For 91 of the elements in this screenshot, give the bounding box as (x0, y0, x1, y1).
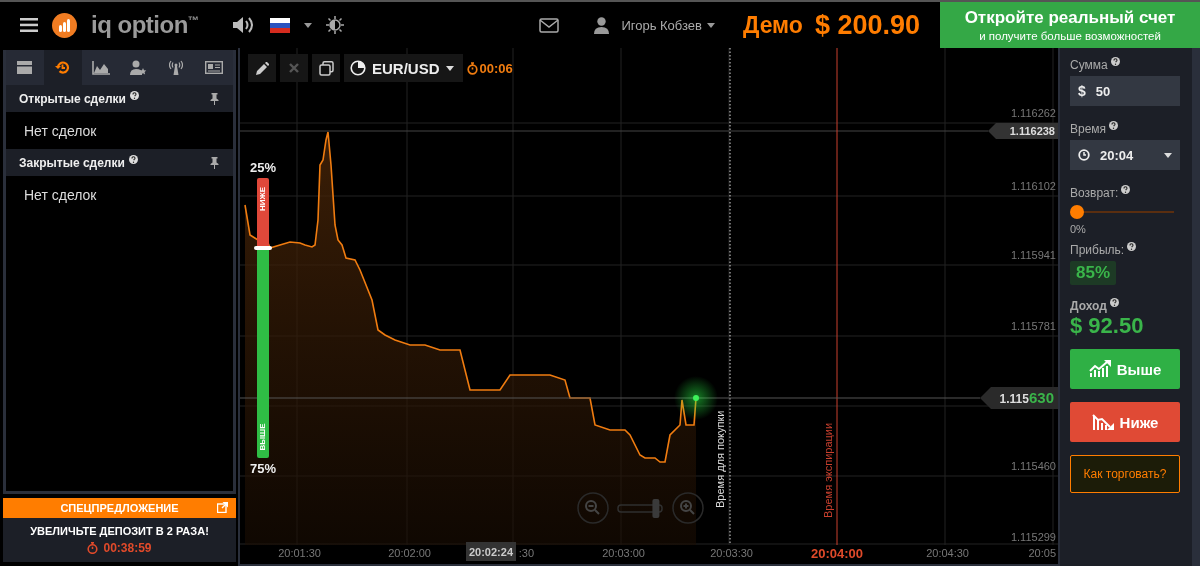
close-icon (289, 63, 299, 73)
current-price-tag: 1.115630 (980, 387, 1058, 409)
down-label: НИЖЕ (257, 185, 268, 214)
caret-icon (445, 65, 454, 71)
price-label: 1.115781 (1010, 320, 1056, 332)
time-label: 20:03:00 (602, 547, 645, 559)
pin-icon[interactable] (210, 156, 219, 169)
empty-message: Нет сделок (24, 186, 97, 203)
section-title: Открытые сделки (19, 91, 126, 106)
how-to-trade-button[interactable]: Как торговать? (1070, 455, 1180, 493)
time-label: :30 (518, 547, 534, 559)
amount-label: Сумма (1070, 58, 1108, 72)
windows-button[interactable] (312, 54, 340, 82)
promo-timer: 00:38:59 (103, 541, 152, 555)
time-label: 20:02:00 (388, 547, 431, 559)
help-icon[interactable] (1109, 298, 1119, 307)
empty-message: Нет сделок (24, 122, 97, 139)
profit-label: Прибыль: (1070, 243, 1125, 257)
zoom-track (617, 504, 663, 513)
user-star-icon (129, 59, 147, 76)
sentiment-divider (254, 246, 272, 250)
user-menu[interactable]: Игорь Кобзев (615, 16, 721, 34)
income-label: Доход (1070, 299, 1107, 313)
mail-icon[interactable] (539, 17, 560, 33)
up-percent: 75% (250, 461, 277, 476)
news-icon (205, 61, 224, 74)
caret-icon (1164, 152, 1172, 158)
asset-selector[interactable]: EUR/USD (344, 54, 463, 82)
amount-field[interactable]: $ 50 (1070, 76, 1180, 106)
up-label: ВЫШЕ (257, 422, 268, 452)
refund-label: Возврат: (1070, 186, 1119, 200)
layout-icon (17, 61, 33, 74)
price-level-tag: 1.116238 (988, 123, 1058, 139)
price-label: 1.116262 (1010, 107, 1056, 119)
help-icon[interactable] (1110, 57, 1120, 66)
brightness-icon[interactable] (326, 16, 345, 34)
logo-icon (52, 12, 77, 38)
pin-icon[interactable] (210, 92, 219, 105)
sidebar-tab[interactable] (43, 50, 82, 85)
user-icon (594, 16, 610, 34)
down-percent: 25% (250, 160, 277, 175)
purchase-time-label: Время для покупки (714, 410, 726, 508)
cursor-time-tag: 20:02:24 (466, 542, 516, 561)
glow (674, 376, 718, 420)
external-link-icon (217, 502, 228, 513)
time-label: 20:04:30 (926, 547, 969, 559)
caret-icon (706, 22, 715, 28)
account-label: Демо (742, 11, 803, 39)
draw-button[interactable] (248, 54, 276, 82)
history-icon (55, 60, 71, 75)
expiry-time-label: Время экспирации (822, 422, 834, 518)
help-icon[interactable] (1121, 185, 1131, 194)
price-label: 1.115460 (1010, 460, 1056, 472)
clock-icon (1078, 149, 1090, 161)
price-label: 1.116102 (1010, 180, 1056, 192)
stopwatch-icon (87, 542, 99, 554)
time-label: Время (1070, 122, 1107, 136)
help-icon[interactable] (1127, 242, 1137, 251)
profit-badge: 85% (1070, 261, 1117, 285)
flag-icon[interactable] (270, 17, 291, 33)
chart-up-icon (1088, 360, 1112, 378)
promo-text: УВЕЛИЧЬТЕ ДЕПОЗИТ В 2 РАЗА! (30, 525, 209, 537)
price-label: 1.115941 (1010, 249, 1056, 261)
time-label: 20:05 (1028, 547, 1056, 559)
brand-name: iq option$^{™}$ (91, 11, 199, 39)
current-point (693, 395, 699, 401)
section-title: Закрытые сделки (19, 155, 125, 170)
area-chart-icon (91, 60, 110, 75)
pencil-icon (255, 61, 269, 75)
refund-value: 0% (1070, 223, 1087, 235)
balance: $ 200.90 (814, 9, 920, 41)
caret-icon[interactable] (304, 22, 313, 28)
chart-down-icon (1091, 413, 1115, 431)
zoom-slider-thumb[interactable] (652, 499, 660, 518)
antenna-icon (169, 60, 184, 75)
expiry-time: 20:04:00 (811, 546, 863, 561)
time-dropdown[interactable]: 20:04 (1070, 140, 1180, 170)
help-icon[interactable] (1109, 121, 1119, 130)
income-value: $ 92.50 (1070, 313, 1145, 339)
lower-button[interactable]: Ниже (1070, 402, 1180, 442)
expiry-countdown: 00:06 (479, 60, 513, 76)
pie-icon (350, 60, 366, 76)
stopwatch-icon (466, 61, 478, 75)
help-icon[interactable] (129, 91, 139, 100)
copy-icon (318, 60, 334, 76)
time-label: 20:01:30 (278, 547, 321, 559)
menu-icon[interactable] (20, 18, 38, 32)
help-icon[interactable] (128, 155, 138, 164)
time-label: 20:03:30 (710, 547, 753, 559)
refund-slider[interactable] (1070, 204, 1174, 220)
price-label: 1.115299 (1010, 531, 1056, 543)
